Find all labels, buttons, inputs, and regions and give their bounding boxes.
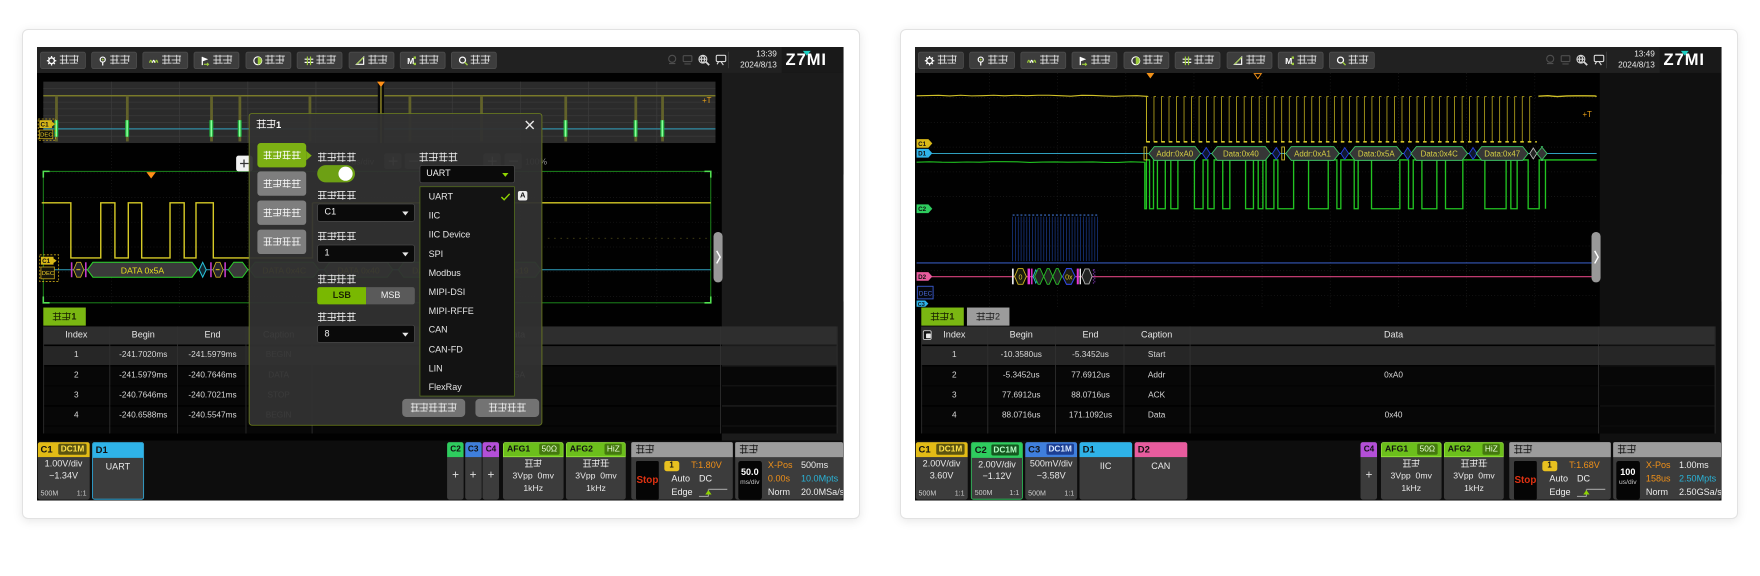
svg-text:Data:0x40: Data:0x40 (1223, 150, 1259, 159)
svg-text:DATA 0x5A: DATA 0x5A (121, 265, 165, 275)
svg-text:D2: D2 (918, 274, 927, 281)
svg-text:0x: 0x (1065, 274, 1073, 282)
svg-text:M: M (1285, 56, 1292, 66)
svg-text:DEC: DEC (42, 271, 55, 277)
svg-text:C1: C1 (918, 141, 927, 148)
svg-text:Addr:0xA0: Addr:0xA0 (1156, 150, 1193, 159)
svg-text:C1: C1 (41, 121, 50, 128)
svg-text:D1: D1 (918, 151, 927, 158)
svg-text:+T: +T (1582, 110, 1592, 119)
svg-text:Data:0x47: Data:0x47 (1484, 150, 1520, 159)
svg-text:DEC: DEC (919, 290, 933, 297)
svg-text:Data:0x5A: Data:0x5A (1358, 150, 1395, 159)
svg-text:Data:0x4C: Data:0x4C (1421, 150, 1458, 159)
svg-text:0: 0 (1019, 274, 1023, 282)
svg-text:Addr:0xA1: Addr:0xA1 (1294, 150, 1331, 159)
svg-text:+T: +T (702, 96, 712, 105)
svg-text:C2: C2 (918, 206, 927, 213)
svg-text:DEC: DEC (40, 133, 53, 139)
svg-text:M: M (407, 56, 414, 66)
svg-text:C1: C1 (42, 258, 51, 265)
